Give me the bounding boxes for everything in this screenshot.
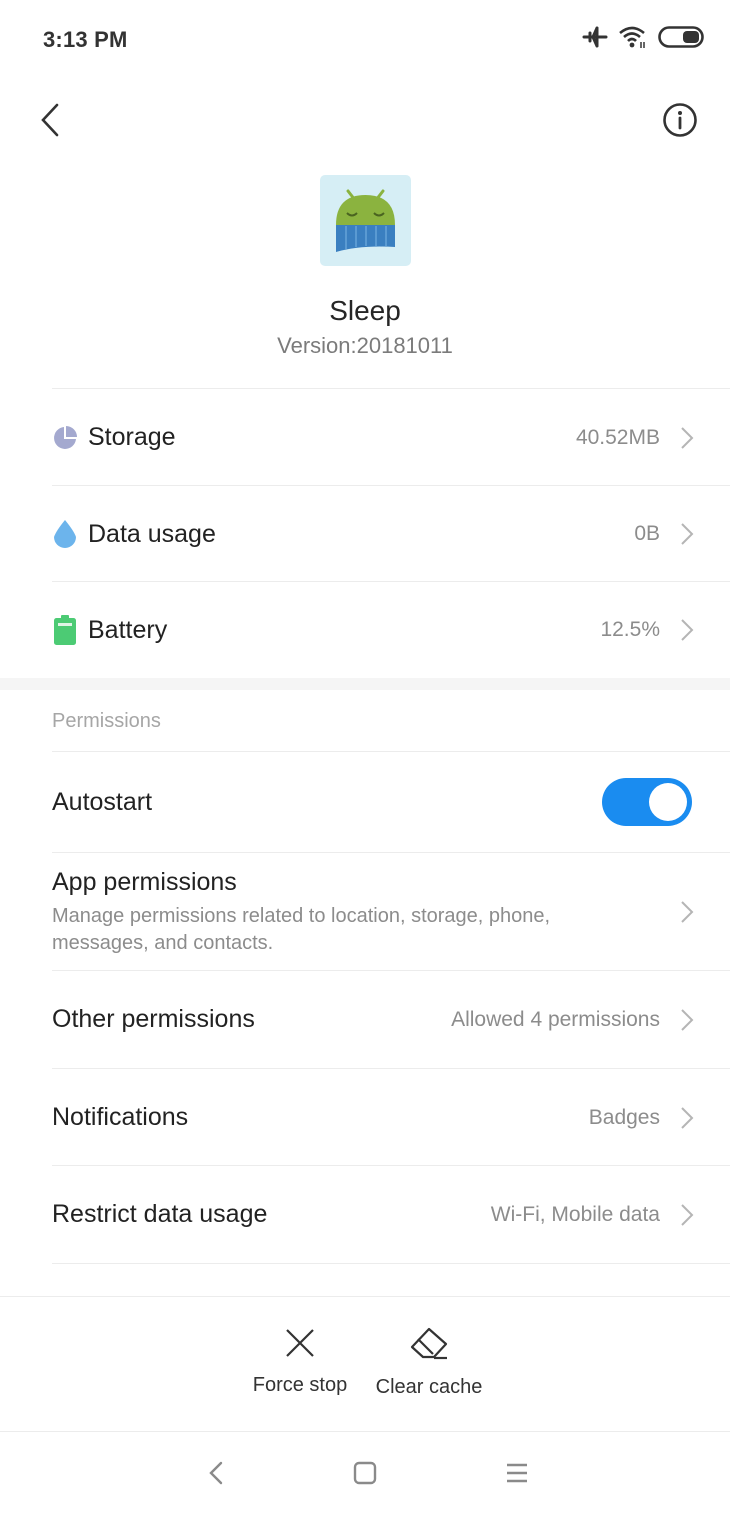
battery-value: 12.5%: [600, 618, 660, 641]
clear-cache-label: Clear cache: [375, 1376, 483, 1398]
app-permissions-row[interactable]: App permissions Manage permissions relat…: [52, 853, 730, 971]
chevron-right-icon: [680, 1008, 694, 1032]
storage-row[interactable]: Storage 40.52MB: [52, 390, 730, 485]
pie-chart-icon: [52, 425, 78, 451]
restrict-data-usage-row[interactable]: Restrict data usage Wi-Fi, Mobile data: [52, 1166, 730, 1263]
app-permissions-description: Manage permissions related to location, …: [52, 904, 551, 954]
other-permissions-row[interactable]: Other permissions Allowed 4 permissions: [52, 971, 730, 1068]
notifications-label: Notifications: [52, 1103, 189, 1131]
close-icon: [284, 1329, 316, 1363]
section-separator: [0, 678, 730, 690]
autostart-row[interactable]: Autostart: [52, 752, 730, 852]
other-permissions-label: Other permissions: [52, 1005, 255, 1033]
other-permissions-value: Allowed 4 permissions: [451, 1007, 660, 1031]
chevron-right-icon: [680, 522, 694, 546]
nav-recents-icon: [506, 1462, 528, 1489]
nav-recents-button[interactable]: [497, 1457, 537, 1493]
battery-label: Battery: [88, 615, 168, 644]
battery-icon: [658, 26, 704, 53]
status-time: 3:13 PM: [43, 27, 128, 52]
battery-icon: [52, 615, 78, 645]
bottom-actions: Force stop Clear cache: [0, 1296, 730, 1432]
restrict-data-usage-value: Wi-Fi, Mobile data: [490, 1202, 660, 1226]
permissions-section-title: Permissions: [52, 710, 161, 732]
nav-home-button[interactable]: [345, 1457, 385, 1493]
notifications-row[interactable]: Notifications Badges: [52, 1069, 730, 1166]
force-stop-button[interactable]: Force stop: [250, 1327, 350, 1397]
chevron-right-icon: [680, 1106, 694, 1130]
autostart-toggle[interactable]: [602, 778, 692, 826]
sleeping-android-icon: [335, 189, 395, 252]
nav-back-button[interactable]: [196, 1457, 236, 1493]
nav-back-icon: [209, 1461, 223, 1490]
back-button[interactable]: [32, 100, 68, 144]
clear-cache-button[interactable]: Clear cache: [371, 1327, 487, 1399]
divider: [52, 1263, 730, 1264]
top-bar: [0, 90, 730, 154]
nav-home-icon: [353, 1461, 377, 1490]
airplane-mode-icon: [582, 25, 608, 54]
app-permissions-label: App permissions: [52, 867, 237, 896]
status-bar: 3:13 PM: [0, 0, 730, 80]
data-usage-row[interactable]: Data usage 0B: [52, 486, 730, 582]
restrict-data-usage-label: Restrict data usage: [52, 1200, 268, 1228]
app-name: Sleep: [329, 295, 401, 326]
chevron-right-icon: [680, 900, 694, 924]
status-icons: [582, 24, 704, 55]
battery-row[interactable]: Battery 12.5%: [52, 582, 730, 678]
chevron-right-icon: [680, 618, 694, 642]
force-stop-label: Force stop: [252, 1374, 348, 1396]
divider: [52, 388, 730, 389]
autostart-label: Autostart: [52, 787, 153, 816]
info-icon: [662, 102, 698, 143]
app-icon: [319, 175, 411, 266]
toggle-knob: [649, 783, 687, 821]
chevron-right-icon: [680, 426, 694, 450]
chevron-left-icon: [40, 103, 60, 142]
data-usage-value: 0B: [634, 522, 660, 545]
storage-label: Storage: [88, 423, 176, 451]
data-usage-label: Data usage: [88, 519, 216, 548]
water-drop-icon: [52, 520, 78, 548]
wifi-icon: [618, 24, 648, 55]
eraser-icon: [409, 1327, 449, 1365]
app-version: Version:20181011: [277, 333, 453, 358]
app-permissions-text: App permissions Manage permissions relat…: [52, 868, 632, 957]
app-header: Sleep Version:20181011: [0, 175, 730, 359]
info-button[interactable]: [660, 102, 700, 142]
navigation-bar: [0, 1432, 730, 1518]
storage-value: 40.52MB: [575, 425, 660, 449]
notifications-value: Badges: [588, 1105, 660, 1129]
chevron-right-icon: [680, 1203, 694, 1227]
